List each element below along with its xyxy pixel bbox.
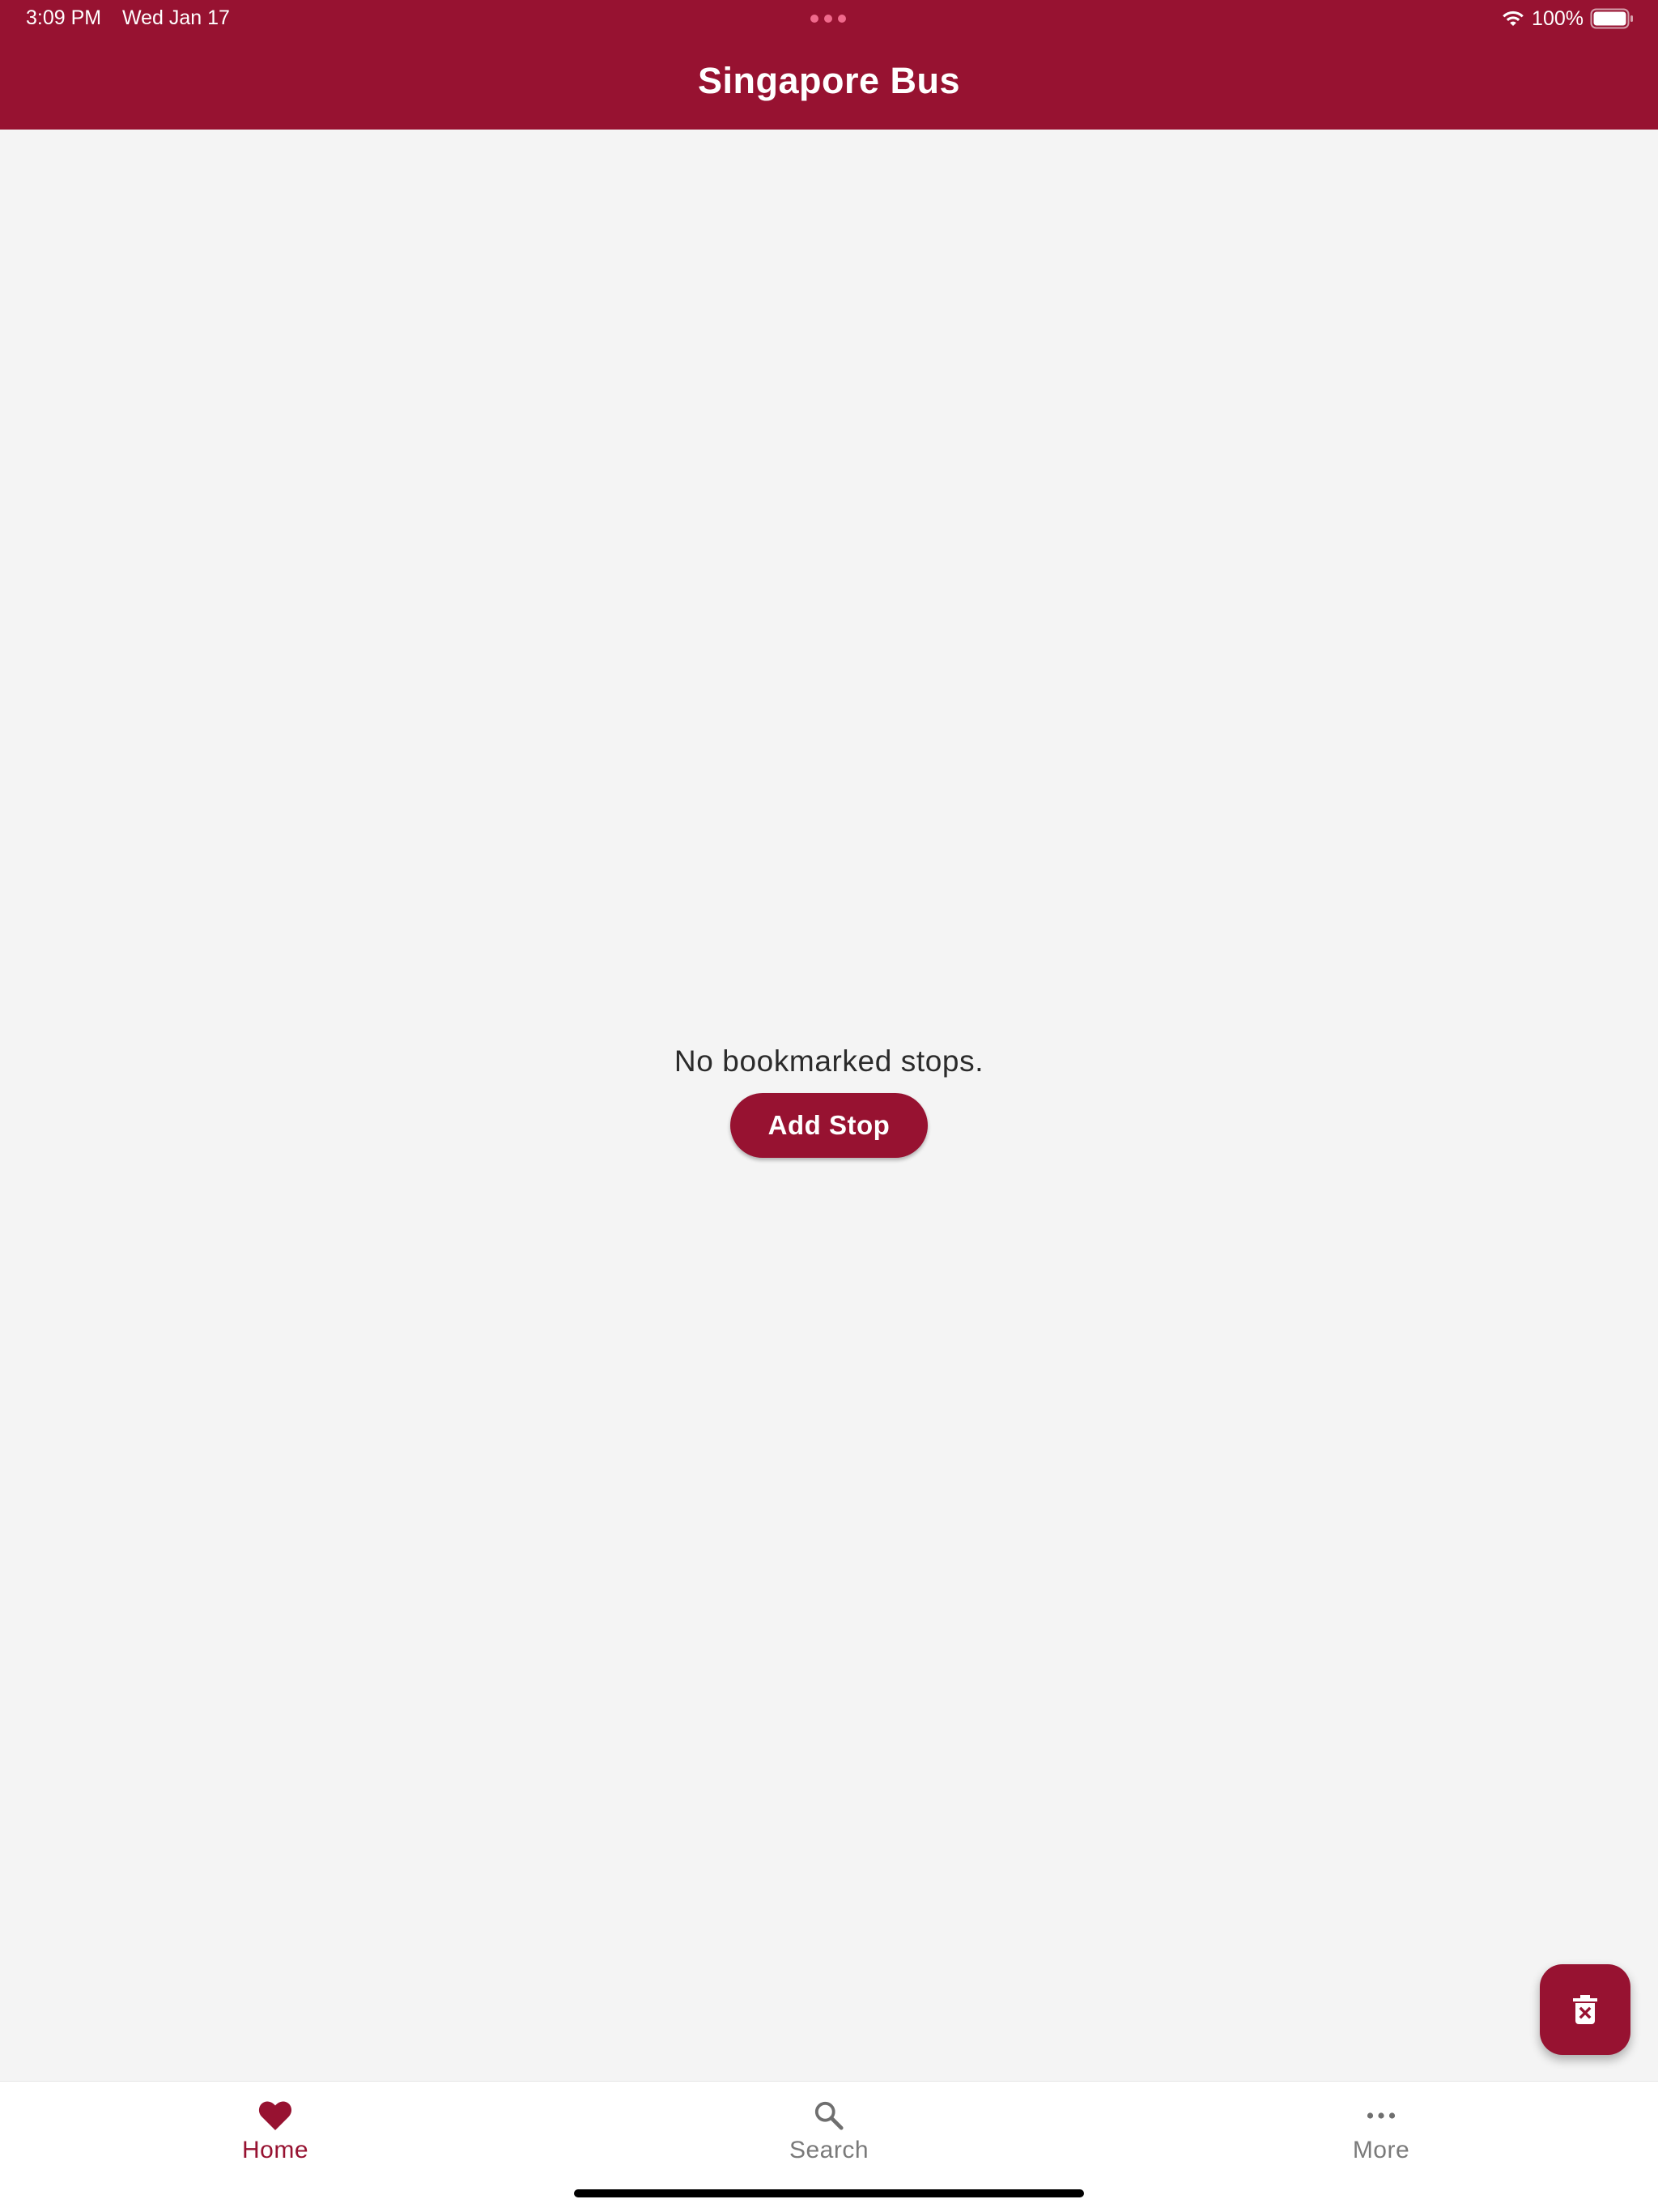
- battery-icon: [1590, 8, 1633, 29]
- search-icon: [811, 2098, 847, 2133]
- tab-more-label: More: [1352, 2137, 1410, 2163]
- app-screen: 3:09 PM Wed Jan 17 100% Singapore Bus No…: [0, 0, 1658, 2212]
- tab-home-label: Home: [241, 2137, 309, 2163]
- tab-home[interactable]: Home: [154, 2098, 397, 2171]
- header: 3:09 PM Wed Jan 17 100% Singapore Bus: [0, 0, 1658, 130]
- status-bar: 3:09 PM Wed Jan 17 100%: [0, 0, 1658, 37]
- more-icon: [1363, 2098, 1399, 2133]
- multitask-dots-icon[interactable]: [810, 15, 846, 23]
- clear-bookmarks-fab[interactable]: [1540, 1964, 1630, 2055]
- tab-more[interactable]: More: [1260, 2098, 1503, 2171]
- home-indicator[interactable]: [574, 2189, 1084, 2197]
- add-stop-button[interactable]: Add Stop: [730, 1093, 928, 1158]
- empty-message: No bookmarked stops.: [674, 1044, 984, 1078]
- status-date: Wed Jan 17: [122, 6, 230, 29]
- status-time: 3:09 PM: [26, 6, 102, 29]
- tab-search[interactable]: Search: [708, 2098, 950, 2171]
- delete-icon: [1573, 1995, 1597, 2024]
- heart-icon: [257, 2098, 293, 2133]
- battery-percentage: 100%: [1532, 6, 1584, 30]
- status-indicators: 100%: [1501, 6, 1634, 31]
- tab-search-label: Search: [789, 2137, 869, 2163]
- wifi-icon: [1503, 11, 1524, 26]
- page-title: Singapore Bus: [697, 60, 961, 101]
- empty-state: No bookmarked stops. Add Stop: [0, 1044, 1658, 1158]
